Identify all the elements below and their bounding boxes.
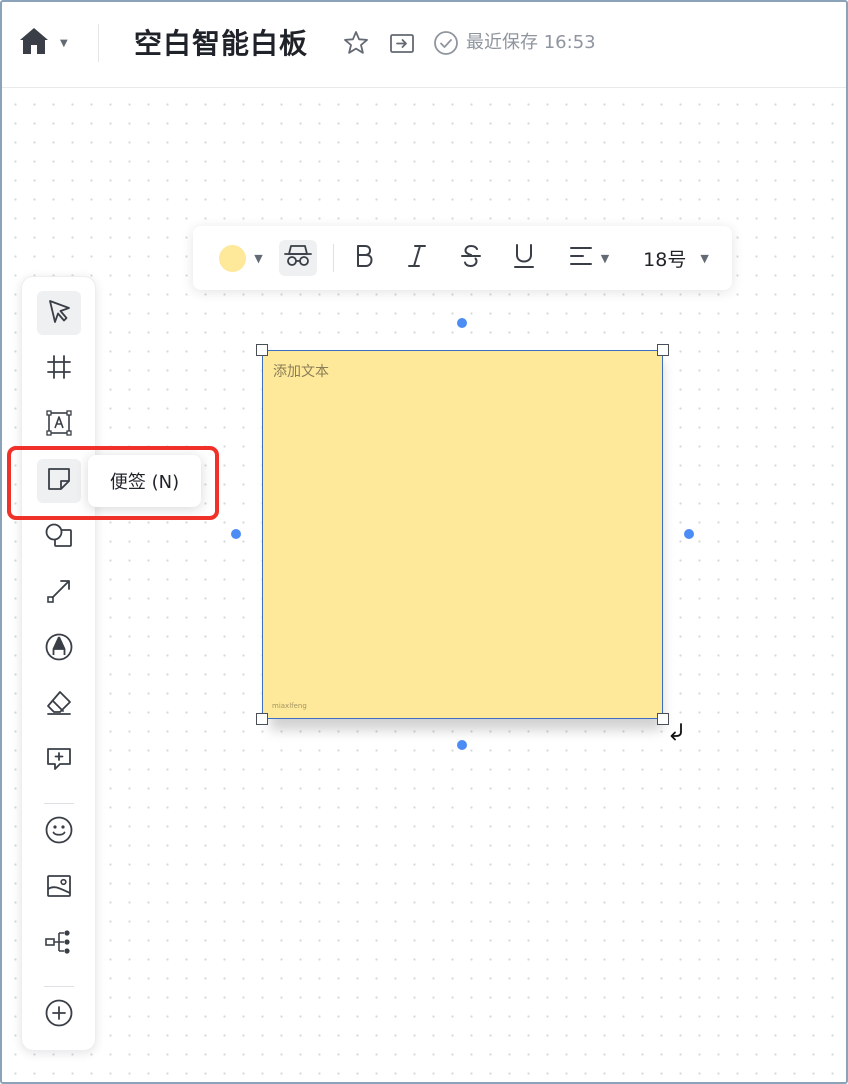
chevron-down-icon: ▼ [254,251,263,265]
eraser-tool[interactable] [37,683,81,727]
resize-handle-bottom-right[interactable] [657,713,669,725]
bold-button[interactable] [349,240,379,276]
connector-anchor-right[interactable] [684,529,694,539]
image-tool[interactable] [37,866,81,910]
star-icon[interactable] [342,29,370,57]
format-toolbar: ▼ ▼ 18号 ▼ [193,226,732,290]
annotation-highlight [7,446,219,520]
chevron-down-icon: ▼ [600,251,610,265]
strikethrough-icon [459,243,483,273]
strikethrough-button[interactable] [456,240,486,276]
eraser-icon [44,689,74,721]
text-box-icon [45,409,73,441]
more-tools-button[interactable] [37,993,81,1037]
connector-arrow-icon [45,577,73,609]
resize-handle-bottom-left[interactable] [256,713,268,725]
frame-grid-icon [45,353,73,385]
image-icon [45,872,73,904]
toolbar-divider [333,244,334,272]
comment-add-icon [45,745,73,777]
toolbar-divider [44,803,74,804]
toolbar-divider [44,986,74,987]
connector-anchor-top[interactable] [457,318,467,328]
resize-handle-top-left[interactable] [256,344,268,356]
sticky-note-placeholder[interactable]: 添加文本 [273,361,329,381]
document-title[interactable]: 空白智能白板 [134,24,308,64]
bold-icon [353,243,375,273]
anonymous-icon [283,243,313,273]
connector-anchor-bottom[interactable] [457,740,467,750]
check-circle-icon [432,29,460,57]
mindmap-icon [44,928,74,960]
text-tool[interactable] [37,403,81,447]
home-icon [18,26,50,60]
underline-icon [512,242,536,274]
save-status: 最近保存 16:53 [466,32,596,53]
shape-tool[interactable] [37,515,81,559]
align-button[interactable]: ▼ [563,240,615,276]
anonymous-mode-button[interactable] [279,240,317,276]
pen-tool[interactable] [37,627,81,671]
resize-handle-top-right[interactable] [657,344,669,356]
fill-color-button[interactable]: ▼ [213,240,269,276]
underline-button[interactable] [509,240,539,276]
pen-icon [44,632,74,666]
header-divider [98,24,99,62]
italic-icon [406,243,428,273]
frame-tool[interactable] [37,347,81,391]
plus-circle-icon [44,998,74,1032]
comment-tool[interactable] [37,739,81,783]
color-swatch [219,244,247,272]
chevron-down-icon: ▼ [700,251,709,265]
left-toolbar [21,276,96,1051]
top-bar: ▼ 空白智能白板 最近保存 16:53 [0,0,848,88]
select-tool[interactable] [37,291,81,335]
connector-tool[interactable] [37,571,81,615]
font-size-value: 18号 [643,248,687,271]
sticky-note-author: miaxlfeng [272,702,307,710]
mindmap-tool[interactable] [37,922,81,966]
font-size-select[interactable]: 18号 ▼ [638,240,714,276]
emoji-icon [44,815,74,849]
shape-icon [44,521,74,553]
home-menu-button[interactable]: ▼ [18,26,78,60]
connector-anchor-left[interactable] [231,529,241,539]
chevron-down-icon: ▼ [60,37,68,49]
resize-cursor-icon [669,722,685,746]
sticky-note[interactable]: 添加文本 miaxlfeng [262,350,663,719]
cursor-arrow-icon [45,297,73,329]
emoji-tool[interactable] [37,810,81,854]
align-left-icon [569,245,593,271]
italic-button[interactable] [402,240,432,276]
move-to-folder-icon[interactable] [388,29,416,57]
